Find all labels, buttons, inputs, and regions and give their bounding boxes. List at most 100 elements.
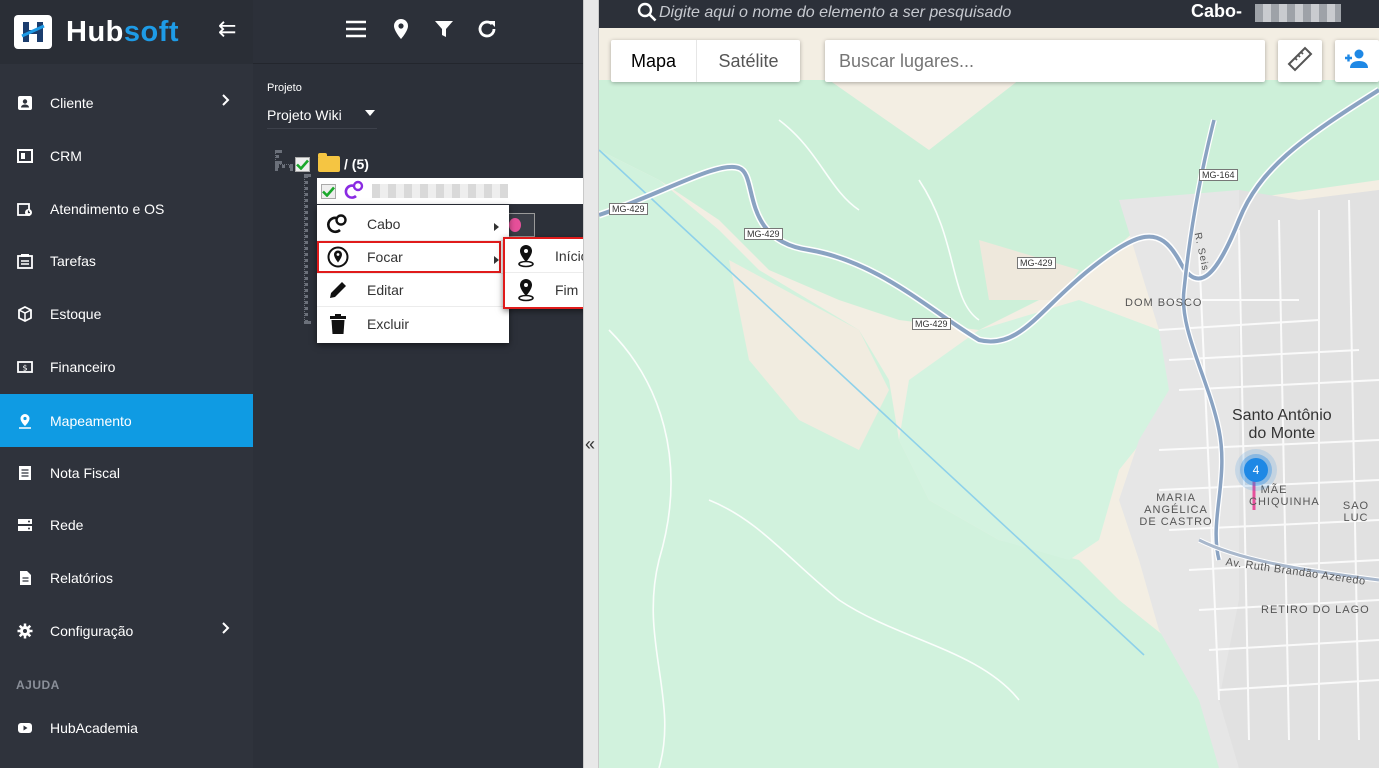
menu-icon[interactable]: [341, 14, 371, 44]
sidebar-item-configuracao[interactable]: Configuração: [0, 604, 253, 657]
project-label: Projeto: [267, 82, 302, 94]
sidebar: Hubsoft ⇇ Cliente CRM Atendimento e OS T…: [0, 0, 253, 768]
menu-item-editar[interactable]: Editar: [317, 274, 509, 307]
hubsoft-logo-icon[interactable]: [14, 15, 52, 49]
sidebar-item-financeiro[interactable]: $ Financeiro: [0, 340, 253, 393]
cable-icon: [317, 208, 359, 241]
chevron-right-icon: [221, 93, 231, 110]
context-menu: Cabo Focar Editar Excluir: [317, 205, 509, 343]
sidebar-item-label: Atendimento e OS: [50, 200, 165, 217]
sidebar-item-cliente[interactable]: Cliente: [0, 76, 253, 129]
caret-down-icon: [365, 110, 375, 116]
marker-cluster[interactable]: 4: [1244, 458, 1268, 482]
sidebar-item-tarefas[interactable]: Tarefas: [0, 234, 253, 287]
refresh-icon[interactable]: [472, 14, 502, 44]
collapse-panel-icon[interactable]: «: [585, 434, 595, 455]
crm-icon: [16, 147, 34, 165]
redacted-title: [1255, 4, 1341, 22]
menu-item-excluir[interactable]: Excluir: [317, 307, 509, 340]
sidebar-item-nota-fiscal[interactable]: Nota Fiscal: [0, 446, 253, 499]
sidebar-item-estoque[interactable]: Estoque: [0, 287, 253, 340]
place-label: DOM BOSCO: [1125, 297, 1203, 309]
tree-item-cable[interactable]: [317, 178, 583, 204]
sidebar-item-label: Relatórios: [50, 569, 114, 586]
add-user-button[interactable]: [1335, 40, 1379, 82]
add-user-icon: [1344, 48, 1370, 75]
tasks-icon: [16, 252, 34, 270]
submenu-arrow-icon: [494, 223, 499, 231]
checkbox-checked-icon[interactable]: [295, 156, 310, 172]
focar-highlight-box: [317, 241, 501, 273]
checkbox-checked-icon[interactable]: [321, 183, 336, 199]
id-card-icon: [16, 94, 34, 112]
sidebar-item-label: Tarefas: [50, 252, 96, 269]
submenu-item-label: Fim: [555, 281, 579, 298]
element-search-input[interactable]: Digite aqui o nome do elemento a ser pes…: [659, 4, 1011, 22]
road-shield: MG-429: [744, 228, 783, 240]
ruler-icon: [1287, 46, 1313, 77]
folder-icon: [318, 153, 340, 172]
filter-icon[interactable]: [429, 14, 459, 44]
sidebar-item-mapeamento[interactable]: Mapeamento: [0, 394, 253, 447]
map-tiles: [599, 80, 1379, 768]
money-icon: $: [16, 358, 34, 376]
trash-icon: [317, 307, 359, 340]
city-label: Santo Antônio do Monte: [1232, 407, 1332, 443]
tree-root-label: / (5): [344, 156, 369, 172]
location-icon[interactable]: [386, 14, 416, 44]
place-label: SAO LUC: [1342, 500, 1370, 524]
pink-marker-icon: [509, 218, 521, 232]
place-label: MÃE CHIQUINHA: [1249, 484, 1320, 508]
sidebar-item-relatorios[interactable]: Relatórios: [0, 551, 253, 604]
sidebar-item-hubacademia[interactable]: HubAcademia: [0, 701, 253, 754]
tree-connector: [275, 164, 293, 168]
map-topbar: Digite aqui o nome do elemento a ser pes…: [599, 0, 1379, 28]
tree-connector: [304, 174, 308, 324]
sidebar-item-label: Configuração: [50, 622, 134, 639]
chevron-right-icon: [221, 621, 231, 638]
sidebar-item-label: Mapeamento: [50, 412, 132, 429]
menu-item-label: Editar: [367, 282, 404, 298]
pencil-icon: [317, 274, 359, 307]
sidebar-item-label: Cliente: [50, 94, 94, 111]
place-label: MARIA ANGÉLICA DE CASTRO: [1139, 492, 1213, 528]
svg-text:$: $: [22, 363, 27, 372]
redacted-item-name: [372, 184, 508, 198]
calendar-clock-icon: [16, 200, 34, 218]
map-pin-icon: [16, 412, 34, 430]
project-select[interactable]: Projeto Wiki: [267, 101, 377, 129]
ruler-button[interactable]: [1278, 40, 1322, 82]
box-icon: [16, 305, 34, 323]
sidebar-item-label: HubAcademia: [50, 719, 138, 736]
project-tree-panel: Projeto Projeto Wiki / (5): [253, 0, 583, 768]
sidebar-item-rede[interactable]: Rede: [0, 498, 253, 551]
logo-bar: Hubsoft: [0, 0, 253, 64]
project-select-value: Projeto Wiki: [267, 106, 342, 123]
help-section-label: AJUDA: [16, 678, 60, 692]
cable-icon: [342, 180, 366, 202]
panel-splitter[interactable]: «: [583, 0, 599, 768]
menu-item-label: Cabo: [367, 216, 401, 232]
panel-toolbar: [253, 0, 583, 64]
places-search-input[interactable]: [825, 40, 1265, 82]
road-shield: MG-429: [912, 318, 951, 330]
search-icon[interactable]: [637, 2, 657, 27]
sidebar-item-label: Nota Fiscal: [50, 464, 121, 481]
map-type-satellite-button[interactable]: Satélite: [697, 40, 800, 82]
youtube-icon: [16, 719, 34, 737]
map-type-mapa-button[interactable]: Mapa: [611, 40, 697, 82]
gear-icon: [16, 622, 34, 640]
map-title: Cabo-: [1191, 1, 1242, 21]
road-shield: MG-429: [1017, 257, 1056, 269]
sidebar-item-label: Rede: [50, 516, 84, 533]
sidebar-item-label: CRM: [50, 147, 82, 164]
report-icon: [16, 569, 34, 587]
menu-item-label: Excluir: [367, 315, 410, 332]
menu-item-cabo[interactable]: Cabo: [317, 208, 509, 241]
sidebar-item-atendimento[interactable]: Atendimento e OS: [0, 182, 253, 235]
map-marker-icon: [505, 273, 547, 306]
collapse-sidebar-icon[interactable]: ⇇: [218, 16, 236, 42]
map-canvas[interactable]: MG-429 MG-429 MG-429 MG-429 MG-164 R. Se…: [599, 0, 1379, 768]
sidebar-item-crm[interactable]: CRM: [0, 129, 253, 182]
tree-root-folder[interactable]: / (5): [295, 153, 369, 174]
